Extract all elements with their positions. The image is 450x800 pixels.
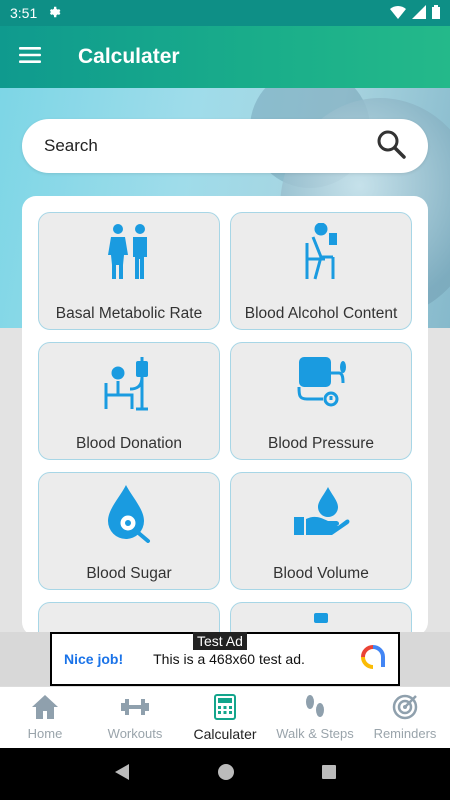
dumbbell-icon [120, 694, 150, 723]
recents-square-icon[interactable] [321, 764, 337, 785]
settings-gear-icon [47, 5, 61, 22]
ad-logo-icon [360, 644, 386, 675]
search-bar[interactable] [22, 119, 428, 173]
ad-body-text: This is a 468x60 test ad. [153, 651, 305, 667]
ad-test-tag: Test Ad [193, 632, 247, 650]
calculator-tile-blood-volume[interactable]: Blood Volume [230, 472, 412, 590]
search-icon[interactable] [376, 129, 406, 164]
calculator-tile-blood-pressure[interactable]: Blood Pressure [230, 342, 412, 460]
app-bar: Calculater [0, 26, 450, 88]
nav-item-walk-steps[interactable]: Walk & Steps [270, 687, 360, 748]
home-icon [31, 694, 59, 723]
calculator-tile-blood-sugar[interactable]: Blood Sugar [38, 472, 220, 590]
nav-label: Reminders [373, 726, 437, 741]
calculator-tile-basal-metabolic-rate[interactable]: Basal Metabolic Rate [38, 212, 220, 330]
calculator-label: Blood Alcohol Content [244, 305, 398, 322]
nav-label: Home [27, 726, 63, 741]
nav-label: Calculater [193, 725, 257, 742]
calculator-tile-partial[interactable] [38, 602, 220, 636]
nav-label: Workouts [107, 726, 163, 741]
nav-item-workouts[interactable]: Workouts [90, 687, 180, 748]
hand-drop-icon [231, 483, 411, 543]
nav-item-home[interactable]: Home [0, 687, 90, 748]
bottom-navigation: Home Workouts Calculater Walk & Steps Re… [0, 686, 450, 748]
nav-label: Walk & Steps [276, 726, 354, 741]
calculator-label: Basal Metabolic Rate [55, 305, 203, 322]
blood-pressure-icon [231, 353, 411, 413]
calculator-tile-partial[interactable] [230, 602, 412, 636]
target-icon [392, 694, 418, 723]
status-bar: 3:51 [0, 0, 450, 26]
footsteps-icon [303, 694, 327, 723]
calculator-icon [214, 693, 236, 723]
signal-icon [412, 4, 426, 22]
blood-sugar-drop-icon [39, 483, 219, 543]
nav-item-calculater[interactable]: Calculater [180, 687, 270, 748]
page-title: Calculater [78, 45, 180, 68]
drinking-person-icon [231, 223, 411, 283]
wifi-icon [390, 5, 406, 22]
calculator-tile-blood-alcohol-content[interactable]: Blood Alcohol Content [230, 212, 412, 330]
back-icon[interactable] [113, 763, 131, 786]
hamburger-menu-icon [19, 46, 41, 69]
calculator-label: Blood Pressure [268, 435, 374, 452]
calculator-label: Blood Donation [76, 435, 182, 452]
ad-nice-text: Nice job! [64, 651, 124, 667]
system-navigation-bar [0, 748, 450, 800]
battery-icon [432, 4, 440, 22]
blood-donation-icon [39, 353, 219, 413]
people-icon [39, 223, 219, 283]
calculator-label: Blood Sugar [86, 565, 172, 582]
calculator-list-card: Basal Metabolic Rate Blood Alcohol Conte… [22, 196, 428, 636]
nav-item-reminders[interactable]: Reminders [360, 687, 450, 748]
search-input[interactable] [44, 136, 376, 156]
menu-button[interactable] [0, 26, 60, 88]
calculator-tile-blood-donation[interactable]: Blood Donation [38, 342, 220, 460]
calculator-label: Blood Volume [273, 565, 369, 582]
home-circle-icon[interactable] [217, 763, 235, 786]
partial-icon [231, 613, 411, 623]
status-time: 3:51 [10, 5, 38, 21]
